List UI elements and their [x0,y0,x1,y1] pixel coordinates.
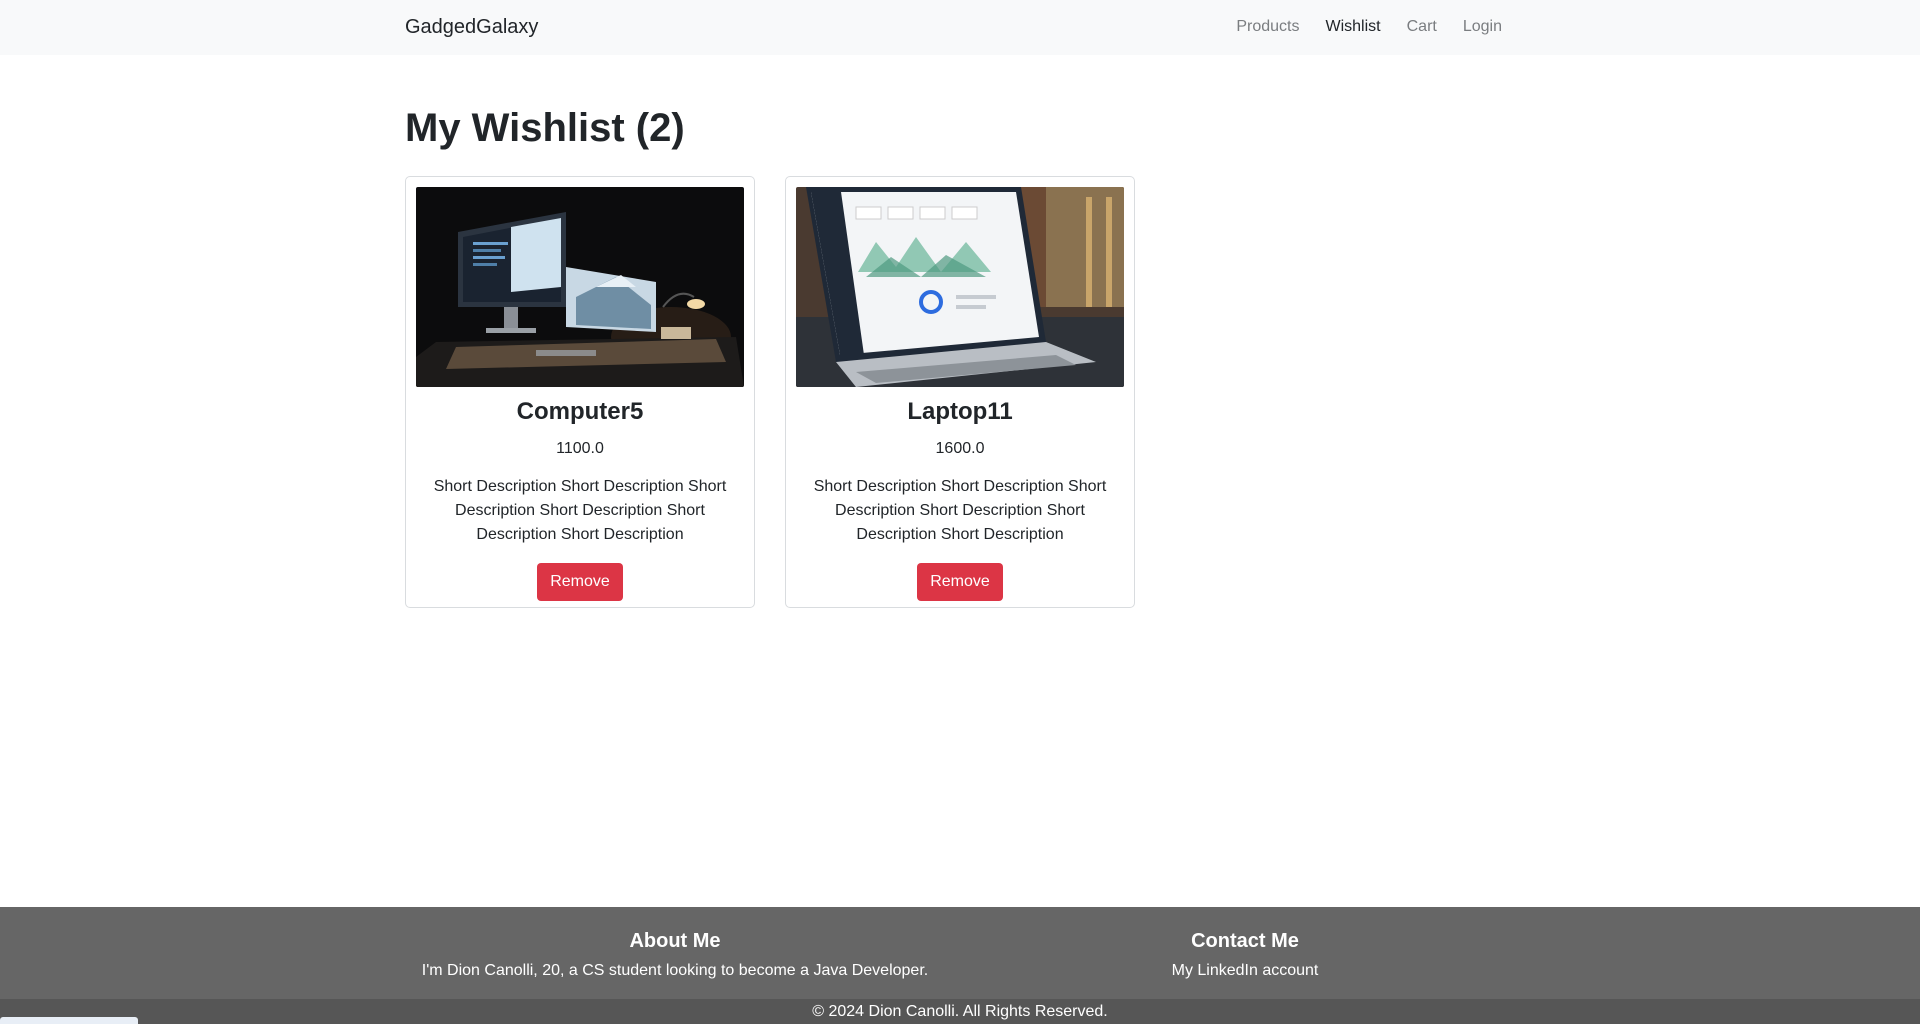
contact-heading: Contact Me [1191,930,1299,952]
about-heading: About Me [629,930,721,952]
about-text: I'm Dion Canolli, 20, a CS student looki… [421,962,929,979]
nav-link-cart[interactable]: Cart [1407,18,1437,36]
nav-link-products[interactable]: Products [1236,18,1299,36]
product-price: 1600.0 [935,440,985,457]
product-description: Short Description Short Description Shor… [433,478,727,543]
wishlist-card: Computer5 1100.0 Short Description Short… [405,176,755,608]
copyright-bar: © 2024 Dion Canolli. All Rights Reserved… [0,999,1920,1024]
nav-link-wishlist[interactable]: Wishlist [1326,18,1381,36]
copyright-text: © 2024 Dion Canolli. All Rights Reserved… [812,1003,1108,1020]
product-name: Computer5 [516,398,644,425]
navbar: GadgedGalaxy Products Wishlist Cart Logi… [0,0,1920,55]
product-description: Short Description Short Description Shor… [813,478,1107,543]
brand-link[interactable]: GadgedGalaxy [405,16,538,39]
nav-links: Products Wishlist Cart Login [1236,18,1502,36]
nav-link-login[interactable]: Login [1463,18,1502,36]
footer-about: About Me I'm Dion Canolli, 20, a CS stud… [400,929,950,981]
product-image[interactable] [416,187,744,387]
remove-button[interactable]: Remove [917,563,1003,601]
page-title: My Wishlist (2) [405,106,685,150]
linkedin-link[interactable]: My LinkedIn account [1172,961,1319,981]
wishlist-card: Laptop11 1600.0 Short Description Short … [785,176,1135,608]
product-image[interactable] [796,187,1124,387]
footer: About Me I'm Dion Canolli, 20, a CS stud… [0,907,1920,999]
product-price: 1100.0 [556,440,604,457]
remove-button[interactable]: Remove [537,563,623,601]
wishlist-cards: Computer5 1100.0 Short Description Short… [405,176,1135,608]
product-name: Laptop11 [907,398,1013,425]
corner-strip [0,1017,138,1024]
footer-contact: Contact Me My LinkedIn account [1050,929,1440,981]
